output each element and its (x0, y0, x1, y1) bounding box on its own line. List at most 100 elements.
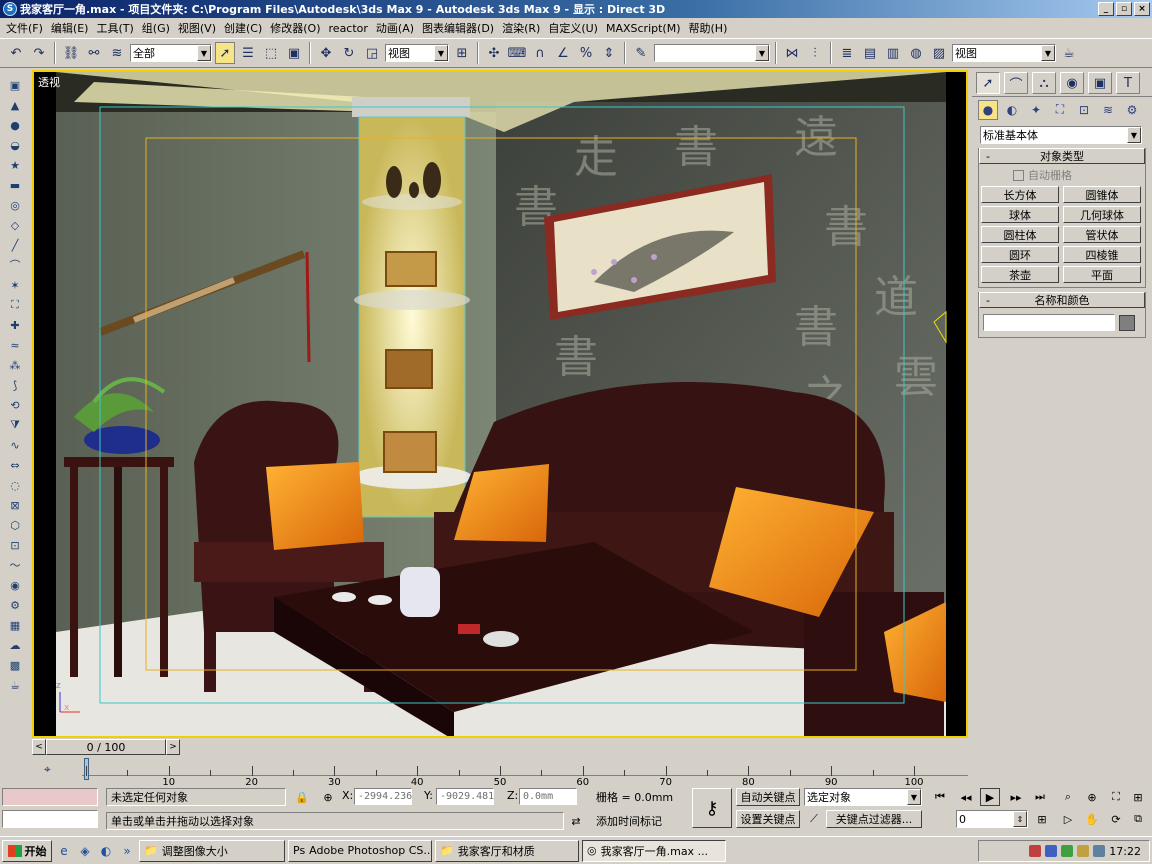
modifier-noise-icon[interactable]: ∿ (5, 436, 25, 454)
tube-button[interactable]: 管状体 (1063, 226, 1141, 243)
menu-modifiers[interactable]: 修改器(O) (268, 20, 326, 36)
selection-filter-dropdown[interactable]: 全部 ▼ (130, 44, 212, 62)
absolute-mode-icon[interactable]: ⊕ (318, 788, 338, 806)
hierarchy-tab-icon[interactable]: ⛬ (1032, 72, 1056, 94)
render-icon[interactable]: ▦ (5, 616, 25, 634)
viewport-label[interactable]: 透视 (38, 74, 60, 90)
create-tab-icon[interactable]: ➚ (976, 72, 1000, 94)
create-light-icon[interactable]: ✶ (5, 276, 25, 294)
pivot-center-icon[interactable]: ⊞ (452, 42, 472, 64)
modifier-wave-icon[interactable]: 〜 (5, 556, 25, 574)
plane-button[interactable]: 平面 (1063, 266, 1141, 283)
curve-editor-icon[interactable]: ▤ (860, 42, 880, 64)
tray-network-icon[interactable] (1045, 845, 1058, 857)
menu-animation[interactable]: 动画(A) (374, 20, 420, 36)
task-3dsmax[interactable]: ◎ 我家客厅一角.max ... (582, 839, 726, 862)
modifier-smooth-icon[interactable]: ◌ (5, 476, 25, 494)
create-box-icon[interactable]: ▣ (5, 76, 25, 94)
set-key-button[interactable]: 设置关键点 (736, 810, 800, 828)
shapes-icon[interactable]: ◐ (1002, 100, 1022, 120)
create-sphere-icon[interactable]: ● (5, 116, 25, 134)
task-photoshop[interactable]: Ps Adobe Photoshop CS... (288, 839, 432, 862)
named-selection-sets-dropdown[interactable]: ▼ (654, 44, 770, 62)
lights-icon[interactable]: ✦ (1026, 100, 1046, 120)
select-and-move-icon[interactable]: ✥ (316, 42, 336, 64)
key-filters-button[interactable]: 关键点过滤器... (826, 810, 922, 828)
percent-snap-icon[interactable]: % (576, 42, 596, 64)
create-geosphere-icon[interactable]: ◒ (5, 136, 25, 154)
align-icon[interactable]: ⫶ (805, 42, 825, 64)
object-type-header[interactable]: - 对象类型 (979, 148, 1145, 164)
box-button[interactable]: 长方体 (981, 186, 1059, 203)
modifier-uvw-icon[interactable]: ⊡ (5, 536, 25, 554)
modifier-bend-icon[interactable]: ⟆ (5, 376, 25, 394)
quick-render-icon[interactable]: ☕ (5, 676, 25, 694)
next-frame-icon[interactable]: > (166, 739, 180, 755)
zoom-extents-icon[interactable]: ⛶ (1106, 788, 1126, 806)
maxscript-listener-field[interactable] (2, 788, 98, 806)
create-particles-icon[interactable]: ⁂ (5, 356, 25, 374)
menu-graph-editors[interactable]: 图表编辑器(D) (420, 20, 500, 36)
menu-customize[interactable]: 自定义(U) (546, 20, 604, 36)
lock-selection-icon[interactable]: 🔒 (292, 788, 312, 806)
layer-manager-icon[interactable]: ≣ (837, 42, 857, 64)
select-object-icon[interactable]: ➚ (215, 42, 235, 64)
angle-snap-icon[interactable]: ∠ (553, 42, 573, 64)
x-coordinate[interactable]: -2994.236 (354, 788, 412, 805)
material-editor-icon[interactable]: ◍ (906, 42, 926, 64)
modify-tab-icon[interactable]: ⌒ (1004, 72, 1028, 94)
create-camera-icon[interactable]: ⛶ (5, 296, 25, 314)
modifier-meshsmooth-icon[interactable]: ⬡ (5, 516, 25, 534)
select-and-manipulate-icon[interactable]: ✣ (484, 42, 504, 64)
zoom-icon[interactable]: ⌕ (1058, 788, 1078, 806)
zoom-extents-all-icon[interactable]: ⊞ (1128, 788, 1148, 806)
go-to-start-icon[interactable]: ⏮ (930, 788, 950, 806)
key-set-dropdown[interactable]: 选定对象 ▼ (804, 788, 922, 806)
orbit-icon[interactable]: ⟳ (1106, 810, 1126, 828)
menu-tools[interactable]: 工具(T) (94, 20, 139, 36)
create-plane-icon[interactable]: ◇ (5, 216, 25, 234)
pyramid-button[interactable]: 四棱锥 (1063, 246, 1141, 263)
zoom-all-icon[interactable]: ⊕ (1082, 788, 1102, 806)
start-button[interactable]: 开始 (2, 839, 52, 862)
unlink-icon[interactable]: ⚯ (84, 42, 104, 64)
spinner-snap-icon[interactable]: ⇕ (599, 42, 619, 64)
set-key-mode-icon[interactable]: ⚷ (692, 788, 732, 828)
auto-key-button[interactable]: 自动关键点 (736, 788, 800, 806)
key-tangent-icon[interactable]: ⟋ (804, 810, 824, 828)
menu-maxscript[interactable]: MAXScript(M) (604, 22, 687, 35)
next-key-icon[interactable]: ▸▸ (1006, 788, 1026, 806)
z-coordinate[interactable]: 0.0mm (519, 788, 577, 805)
display-tab-icon[interactable]: ▣ (1088, 72, 1112, 94)
render-type-dropdown[interactable]: 视图 ▼ (952, 44, 1056, 62)
track-bar[interactable]: ⌖ 10 20 30 40 50 60 70 80 90 100 (32, 758, 968, 788)
create-shape-icon[interactable]: ⌒ (5, 256, 25, 274)
internet-explorer-icon[interactable]: e (55, 842, 73, 860)
create-helper-icon[interactable]: ✚ (5, 316, 25, 334)
name-color-header[interactable]: - 名称和颜色 (979, 292, 1145, 308)
menu-group[interactable]: 组(G) (140, 20, 176, 36)
time-tag-icon[interactable]: ⇄ (566, 812, 586, 830)
modifier-taper-icon[interactable]: ⧩ (5, 416, 25, 434)
utilities-tab-icon[interactable]: T (1116, 72, 1140, 94)
maximize-viewport-icon[interactable]: ⧉ (1128, 810, 1148, 828)
go-to-end-icon[interactable]: ⏭ (1030, 788, 1050, 806)
select-and-scale-icon[interactable]: ◲ (362, 42, 382, 64)
time-slider-track[interactable] (180, 739, 968, 755)
window-crossing-icon[interactable]: ▣ (284, 42, 304, 64)
modifier-skin-icon[interactable]: ⚙ (5, 596, 25, 614)
redo-icon[interactable]: ↷ (29, 42, 49, 64)
current-frame-spinner[interactable]: 0 ⇕ (956, 810, 1028, 828)
tray-app-icon[interactable] (1029, 845, 1042, 857)
create-spacewarp-icon[interactable]: ≈ (5, 336, 25, 354)
minimize-button[interactable]: _ (1098, 2, 1114, 16)
create-cylinder-icon[interactable]: ▬ (5, 176, 25, 194)
motion-tab-icon[interactable]: ◉ (1060, 72, 1084, 94)
teapot-button[interactable]: 茶壶 (981, 266, 1059, 283)
reference-coordinate-dropdown[interactable]: 视图 ▼ (385, 44, 449, 62)
schematic-view-icon[interactable]: ▥ (883, 42, 903, 64)
bind-to-space-warp-icon[interactable]: ≋ (107, 42, 127, 64)
snaps-toggle-icon[interactable]: ∩ (530, 42, 550, 64)
perspective-viewport[interactable]: 透视 走書遠 書書書 書道之 書書雲 (32, 70, 968, 738)
play-icon[interactable]: ▶ (980, 788, 1000, 806)
